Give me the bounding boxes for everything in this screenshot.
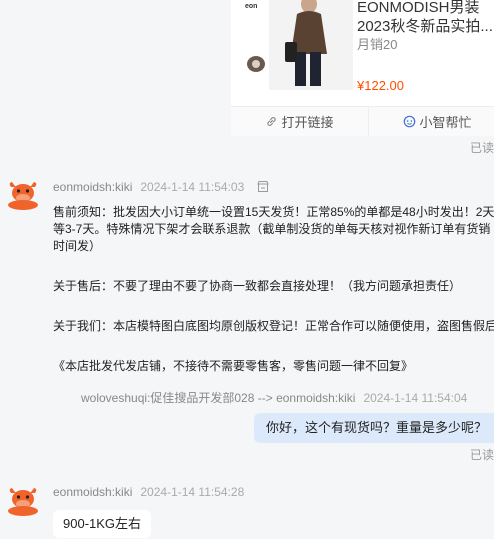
announce-line: 时间发） xyxy=(53,239,102,253)
avatar[interactable] xyxy=(6,178,40,210)
helper-label: 小智帮忙 xyxy=(419,115,472,130)
message-time: 2024-1-14 11:54:04 xyxy=(363,391,468,405)
product-image[interactable]: eon xyxy=(239,0,353,90)
open-link-label: 打开链接 xyxy=(281,115,334,130)
announce-line: 《本店批发代发店铺，不接待不需要零售客，零售问题一律不回复》 xyxy=(53,359,414,373)
product-card[interactable]: eon EONMODISH男装 2023秋冬新品实拍... 月销20 ¥122.… xyxy=(231,0,494,136)
shop-icon[interactable] xyxy=(256,180,270,193)
message-time: 2024-1-14 11:54:03 xyxy=(140,180,245,194)
product-title[interactable]: EONMODISH男装 2023秋冬新品实拍... xyxy=(357,0,494,36)
chat-window: eon EONMODISH男装 2023秋冬新品实拍... 月销20 ¥122.… xyxy=(0,0,494,539)
image-brand-text: eon xyxy=(245,3,257,10)
transfer-meta: woloveshuqi:促佳搜品开发部028 --> eonmoidsh:kik… xyxy=(81,389,467,406)
read-status: 已读 xyxy=(469,448,494,462)
transfer-text: woloveshuqi:促佳搜品开发部028 --> eonmoidsh:kik… xyxy=(81,391,356,405)
announce-line: 关于我们：本店模特图白底图均原创版权登记！正常合作可以随便使用，盗图售假后 xyxy=(53,319,494,333)
product-sales: 月销20 xyxy=(357,37,398,52)
sender-name: eonmoidsh:kiki xyxy=(53,180,133,194)
announce-line: 关于售后：不要了理由不要了协商一致都会直接处理！（我方问题承担责任） xyxy=(53,279,462,293)
announce-line: 等3-7天。特殊情况下架才会联系退款（截单制没货的单每天核对视作新订单有货销 xyxy=(53,222,491,236)
read-status: 已读 xyxy=(469,141,494,155)
product-title-line1: EONMODISH男装 xyxy=(357,0,480,16)
cow-avatar-icon xyxy=(8,488,38,516)
sender-name: eonmoidsh:kiki xyxy=(53,485,133,499)
product-price: ¥122.00 xyxy=(357,78,404,93)
card-actions: 打开链接 小智帮忙 xyxy=(231,106,494,136)
helper-button[interactable]: 小智帮忙 xyxy=(368,107,494,136)
avatar[interactable] xyxy=(6,484,40,516)
seller-message-bubble[interactable]: 900-1KG左右 xyxy=(53,510,152,538)
announcement-message: 售前须知：批发因大小订单统一设置15天发货！正常85%的单都是48小时发出！2天… xyxy=(53,204,494,375)
link-icon xyxy=(267,117,277,126)
self-message-bubble[interactable]: 你好，这个有现货吗？重量是多少呢？ xyxy=(254,413,494,443)
message-meta: eonmoidsh:kiki 2024-1-14 11:54:28 xyxy=(53,485,244,499)
announce-line: 售前须知：批发因大小订单统一设置15天发货！正常85%的单都是48小时发出！2天 xyxy=(53,205,494,219)
cow-avatar-icon xyxy=(8,182,38,210)
open-link-button[interactable]: 打开链接 xyxy=(231,107,368,136)
message-meta: eonmoidsh:kiki 2024-1-14 11:54:03 xyxy=(53,180,270,194)
message-time: 2024-1-14 11:54:28 xyxy=(140,485,245,499)
assistant-icon xyxy=(404,115,416,128)
